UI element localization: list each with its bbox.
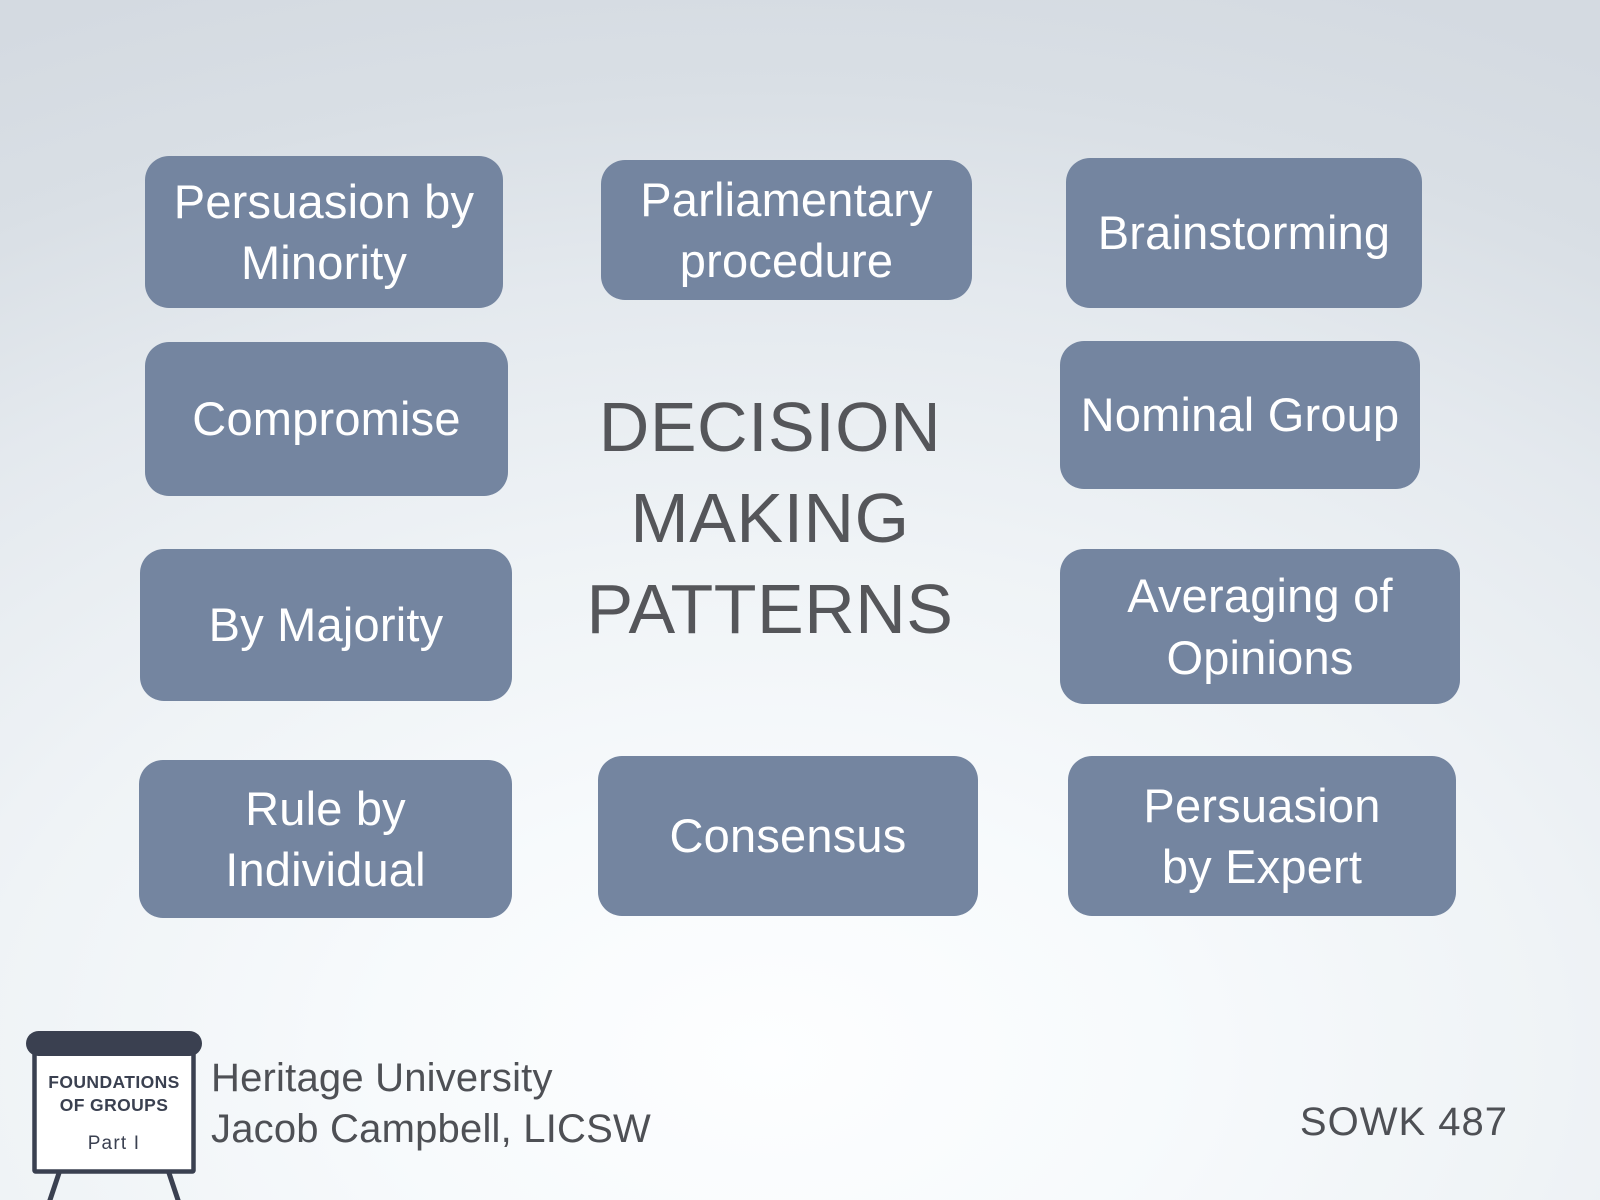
pattern-box-line-1: Compromise: [192, 392, 461, 446]
pattern-box-by-majority[interactable]: By Majority: [140, 549, 512, 701]
pattern-box-line-2: Minority: [240, 236, 408, 289]
pattern-box-parliamentary-procedure[interactable]: Parliamentary procedure: [601, 160, 972, 300]
pattern-box-brainstorming[interactable]: Brainstorming: [1066, 158, 1422, 308]
pattern-box-text: Averaging of Opinions: [1127, 565, 1392, 687]
pattern-box-line-1: Parliamentary: [640, 172, 933, 226]
flipchart-top-bar-icon: [26, 1031, 202, 1056]
pattern-box-line-1: Brainstorming: [1097, 206, 1391, 260]
pattern-box-line-1: Rule by: [245, 781, 406, 835]
pattern-box-text: Brainstorming: [1098, 202, 1391, 263]
pattern-box-text: Parliamentary procedure: [640, 169, 933, 291]
flipchart-legs-icon: [47, 1169, 181, 1200]
logo-title-line-2: OF GROUPS: [60, 1095, 169, 1115]
pattern-box-line-2: Individual: [225, 843, 426, 896]
pattern-box-text: Persuasion by Minority: [174, 171, 474, 293]
pattern-box-compromise[interactable]: Compromise: [145, 342, 508, 496]
pattern-box-line-2: procedure: [679, 234, 894, 287]
page-title: DECISION MAKING PATTERNS: [586, 388, 954, 648]
logo-title-line-1: FOUNDATIONS: [48, 1072, 179, 1092]
pattern-box-line-1: Consensus: [669, 809, 907, 863]
pattern-box-text: Nominal Group: [1081, 384, 1400, 445]
pattern-box-text: Rule by Individual: [225, 778, 426, 900]
pattern-box-text: Persuasion by Expert: [1143, 775, 1380, 897]
footer-institution: Heritage University: [211, 1056, 553, 1100]
pattern-box-line-1: Nominal Group: [1080, 388, 1400, 442]
pattern-box-persuasion-by-expert[interactable]: Persuasion by Expert: [1068, 756, 1456, 916]
pattern-box-consensus[interactable]: Consensus: [598, 756, 978, 916]
pattern-box-line-2: Opinions: [1166, 630, 1354, 684]
pattern-box-rule-by-individual[interactable]: Rule by Individual: [139, 760, 512, 918]
pattern-box-nominal-group[interactable]: Nominal Group: [1060, 341, 1420, 489]
pattern-box-line-1: By Majority: [208, 598, 444, 652]
logo-subtitle: Part I: [88, 1133, 141, 1154]
pattern-box-persuasion-by-minority[interactable]: Persuasion by Minority: [145, 156, 503, 308]
pattern-box-line-1: Averaging of: [1127, 569, 1393, 623]
pattern-box-line-2: by Expert: [1161, 840, 1363, 893]
pattern-box-averaging-of-opinions[interactable]: Averaging of Opinions: [1060, 549, 1460, 704]
flipchart-logo: FOUNDATIONS OF GROUPS Part I: [16, 1012, 212, 1200]
pattern-box-text: Compromise: [192, 388, 460, 449]
pattern-box-line-1: Persuasion by: [173, 174, 475, 228]
pattern-box-text: By Majority: [209, 594, 444, 655]
pattern-box-text: Consensus: [670, 805, 907, 866]
footer-course-code: SOWK 487: [1299, 1100, 1508, 1144]
footer-presenter: Jacob Campbell, LICSW: [211, 1107, 651, 1151]
pattern-box-line-1: Persuasion: [1143, 778, 1381, 832]
slide-canvas: Persuasion by Minority Compromise By Maj…: [0, 0, 1600, 1200]
